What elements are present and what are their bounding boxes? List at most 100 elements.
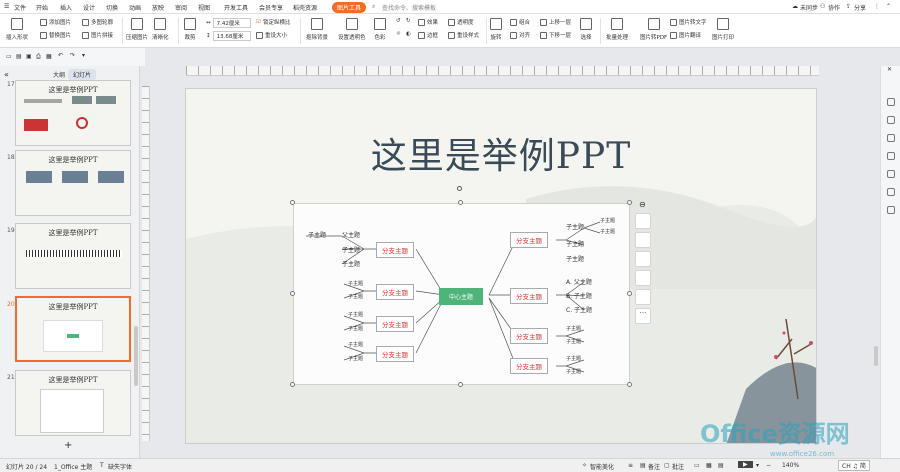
mindmap-image[interactable]: 中心主题 分支主题 分支主题 分支主题 分支主题 分支主题 分支主题 分支主题 …: [293, 203, 630, 385]
smart-beautify-button[interactable]: 智能美化: [590, 462, 614, 471]
resize-handle-w[interactable]: [290, 291, 295, 296]
down-layer-button[interactable]: 下移一层: [540, 31, 571, 39]
rotate-button[interactable]: 旋转: [490, 18, 502, 41]
adjust-icon[interactable]: [887, 116, 895, 124]
zoom-level[interactable]: 140%: [782, 462, 799, 469]
close-sidebar-icon[interactable]: ✕: [887, 66, 892, 73]
menu-insert[interactable]: 插入: [60, 3, 72, 12]
search-icon[interactable]: ⌕: [372, 3, 375, 11]
add-image-button[interactable]: 添加图片: [40, 18, 71, 26]
translate-button[interactable]: 图片翻译: [670, 31, 701, 39]
width-field[interactable]: ↔ 7.42厘米: [206, 18, 251, 28]
menu-developer[interactable]: 开发工具: [224, 3, 248, 12]
menu-slideshow[interactable]: 放映: [152, 3, 164, 12]
to-pdf-button[interactable]: 图片转PDF: [640, 18, 667, 41]
menu-docer[interactable]: 稻壳资源: [293, 3, 317, 12]
align-view-icon[interactable]: ≡: [628, 462, 633, 469]
more-tools-icon[interactable]: ···: [635, 308, 651, 324]
set-transparent-button[interactable]: 设置透明色: [338, 18, 366, 41]
theme-name[interactable]: 1_Office 主题: [54, 462, 92, 471]
resize-handle-n[interactable]: [458, 200, 463, 205]
rotate-cw-icon[interactable]: ↻: [406, 18, 411, 24]
multi-contour-button[interactable]: 多图轮廓: [82, 18, 113, 26]
reset-style-button[interactable]: 重设样式: [448, 31, 479, 39]
tab-slides[interactable]: 幻灯片: [68, 69, 97, 80]
idea-bulb-icon[interactable]: [635, 289, 651, 305]
slide-thumb-21[interactable]: 这里是举例PPT: [15, 370, 131, 436]
up-layer-button[interactable]: 上移一层: [540, 18, 571, 26]
group-button[interactable]: 组合: [510, 18, 530, 26]
slide-thumb-20[interactable]: 这里是举例PPT: [15, 296, 131, 362]
missing-font-button[interactable]: 缺失字体: [108, 462, 132, 471]
resize-handle-s[interactable]: [458, 382, 463, 387]
add-slide-button[interactable]: +: [64, 440, 72, 451]
rotate-handle[interactable]: [457, 186, 462, 191]
slideshow-dropdown-icon[interactable]: ▾: [756, 462, 759, 469]
slide-canvas[interactable]: 这里是举例PPT 中心主题 分支主题 分支主题 分支主题 分支主题 分支主题 分…: [185, 88, 817, 444]
resize-handle-se[interactable]: [627, 382, 632, 387]
collapse-tools-icon[interactable]: ⊖: [639, 200, 646, 209]
comments-button[interactable]: 批注: [672, 462, 684, 471]
remove-bg-button[interactable]: 抠除背景: [306, 18, 328, 41]
app-menu-icon[interactable]: ☰: [4, 3, 9, 10]
slide-thumb-19[interactable]: 这里是举例PPT: [15, 223, 131, 289]
compress-button[interactable]: 压缩图片: [126, 18, 148, 41]
canvas-scrollbar[interactable]: [874, 346, 878, 366]
resize-handle-nw[interactable]: [290, 200, 295, 205]
resize-handle-sw[interactable]: [290, 382, 295, 387]
menu-design[interactable]: 设计: [83, 3, 95, 12]
select-button[interactable]: 选择: [580, 18, 592, 41]
menu-view[interactable]: 视图: [198, 3, 210, 12]
resize-handle-e[interactable]: [627, 291, 632, 296]
to-text-button[interactable]: 图片转文字: [670, 18, 707, 26]
menu-transition[interactable]: 切换: [106, 3, 118, 12]
open-icon[interactable]: ▤: [16, 53, 22, 60]
slide-thumb-18[interactable]: 这里是举例PPT: [15, 150, 131, 216]
zoom-out-icon[interactable]: −: [766, 462, 771, 469]
normal-view-icon[interactable]: ▭: [694, 462, 700, 469]
align-button[interactable]: 对齐: [510, 31, 530, 39]
print-button[interactable]: 图片打印: [712, 18, 734, 41]
collapse-panel-icon[interactable]: «: [4, 70, 9, 79]
menu-review[interactable]: 审阅: [175, 3, 187, 12]
property-icon[interactable]: [887, 98, 895, 106]
location-icon[interactable]: [887, 206, 895, 214]
crop-tool-icon[interactable]: [635, 270, 651, 286]
batch-button[interactable]: 批量处理: [606, 18, 628, 41]
reading-view-icon[interactable]: ▤: [718, 462, 724, 469]
panel-scrollbar[interactable]: [134, 326, 138, 386]
layers-icon[interactable]: [635, 232, 651, 248]
tab-outline[interactable]: 大纲: [48, 69, 70, 80]
edit-image-icon[interactable]: [635, 213, 651, 229]
ime-indicator[interactable]: CH ♫ 简: [838, 460, 870, 471]
insert-shape-button[interactable]: 插入形状: [6, 18, 28, 41]
notes-button[interactable]: 备注: [648, 462, 660, 471]
save-icon[interactable]: ▣: [26, 53, 32, 60]
slide-thumb-17[interactable]: 这里是举例PPT: [15, 80, 131, 146]
clarify-button[interactable]: 清晰化: [152, 18, 169, 41]
resize-handle-ne[interactable]: [627, 200, 632, 205]
height-field[interactable]: ↕ 13.68厘米: [206, 31, 251, 41]
collapse-ribbon-icon[interactable]: ⌃: [886, 3, 891, 10]
menu-member[interactable]: 会员专享: [259, 3, 283, 12]
qat-more-icon[interactable]: ▾: [82, 52, 85, 59]
new-file-icon[interactable]: ▭: [6, 53, 12, 60]
replace-image-button[interactable]: 替换图片: [40, 31, 71, 39]
reset-size-button[interactable]: 重设大小: [256, 31, 287, 39]
rotate-ccw-icon[interactable]: ↺: [396, 18, 401, 24]
menu-file[interactable]: 文件: [14, 3, 26, 12]
transparency-button[interactable]: 透明度: [448, 18, 474, 26]
more-icon[interactable]: ⋮: [874, 3, 880, 10]
grid-view-icon[interactable]: ▦: [706, 462, 712, 469]
crop-button[interactable]: 裁剪: [184, 18, 196, 41]
animation-icon[interactable]: [887, 134, 895, 142]
color-button[interactable]: 色彩: [374, 18, 386, 41]
contrast-icon[interactable]: ◐: [406, 31, 411, 37]
print-icon[interactable]: ⎙: [36, 53, 41, 61]
redo-icon[interactable]: ↷: [70, 52, 75, 59]
search-input[interactable]: 查找命令、搜索模板: [382, 3, 436, 12]
image-stitch-button[interactable]: 图片拼接: [82, 31, 113, 39]
help-icon[interactable]: [887, 170, 895, 178]
play-slideshow-icon[interactable]: ▶: [738, 461, 753, 468]
share-button[interactable]: 分享: [854, 3, 866, 12]
